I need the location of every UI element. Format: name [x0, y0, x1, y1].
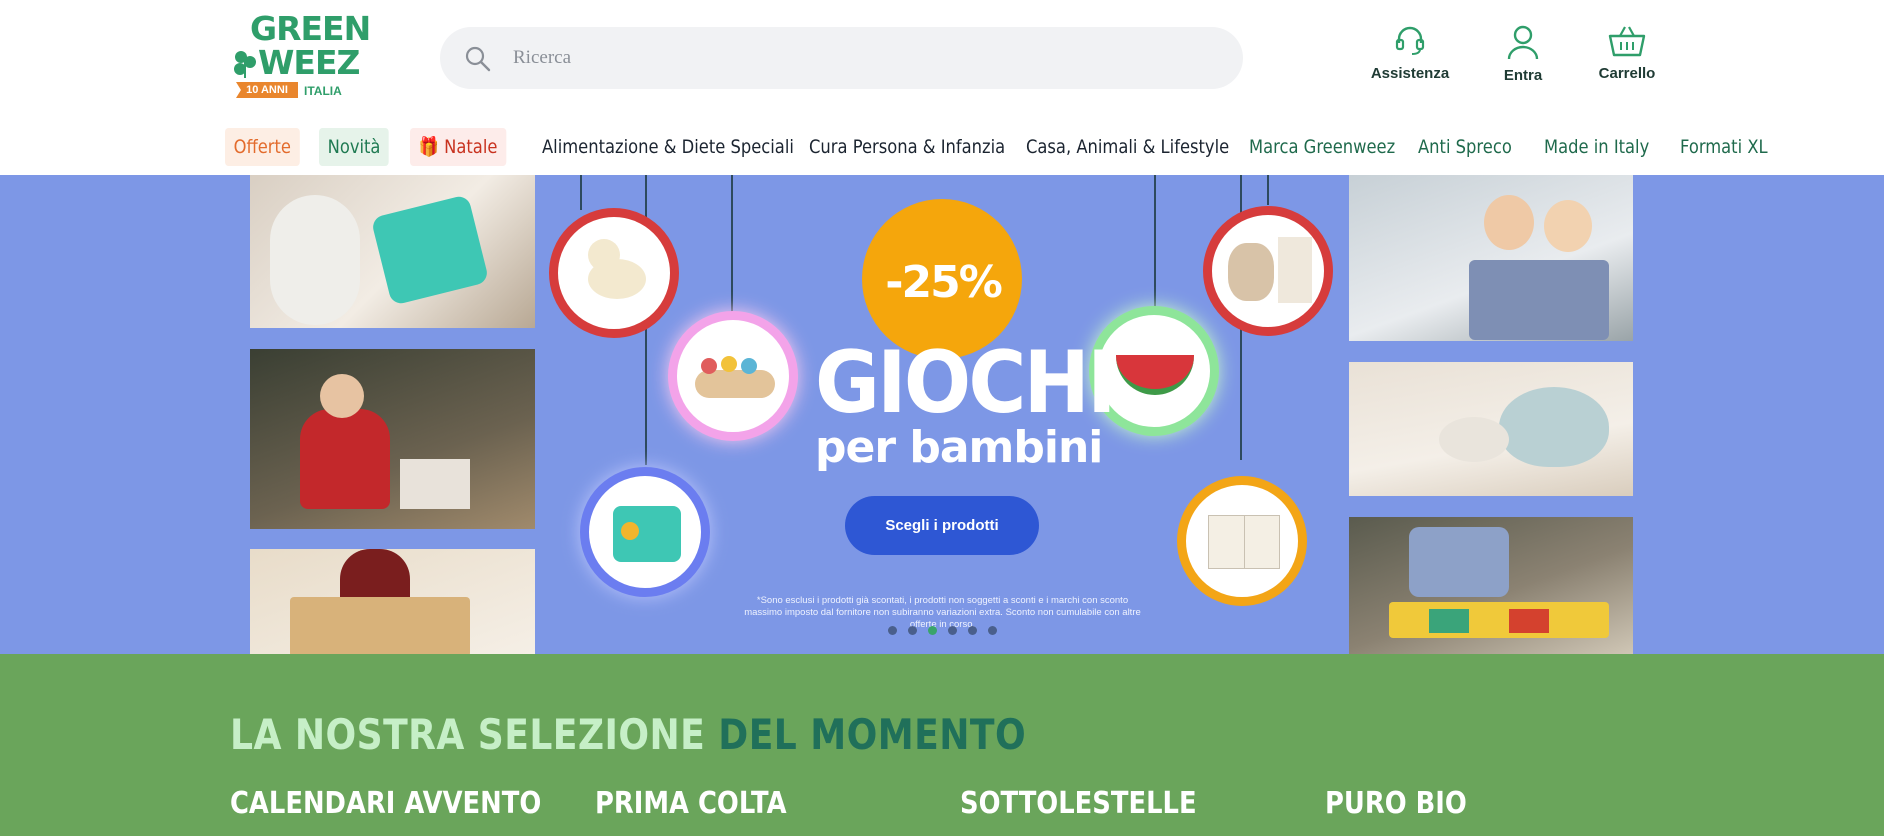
- carousel-dot[interactable]: [988, 626, 997, 635]
- basket-icon: [1608, 26, 1646, 57]
- site-header: GREEN WEEZ 10 ANNI ITALIA Ricerca Assist…: [0, 0, 1884, 116]
- ornament-wooden-toy: [668, 311, 798, 441]
- logo-ribbon: 10 ANNI: [236, 82, 298, 98]
- logo-country: ITALIA: [304, 84, 342, 98]
- main-navigation: Offerte Novità 🎁 Natale Alimentazione & …: [0, 124, 1884, 170]
- photo-kids-basket: [1349, 175, 1633, 341]
- user-icon: [1507, 25, 1539, 60]
- ornament-book: [1177, 476, 1307, 606]
- shop-products-button[interactable]: Scegli i prodotti: [845, 496, 1039, 555]
- ornament-string: [731, 175, 733, 315]
- nav-item-anti-spreco[interactable]: Anti Spreco: [1418, 128, 1512, 166]
- hero-subheadline: per bambini: [815, 422, 1103, 473]
- nav-item-formati-xl[interactable]: Formati XL: [1680, 128, 1768, 166]
- carousel-dot[interactable]: [908, 626, 917, 635]
- assistenza-label: Assistenza: [1370, 65, 1450, 82]
- headset-icon: [1395, 26, 1425, 55]
- search-icon: [465, 46, 491, 72]
- assistenza-button[interactable]: Assistenza: [1355, 24, 1465, 82]
- nav-item-natale-label: Natale: [444, 136, 498, 158]
- selection-section: LA NOSTRA SELEZIONE DEL MOMENTO CALENDAR…: [0, 654, 1884, 836]
- nav-item-natale[interactable]: 🎁 Natale: [410, 128, 507, 166]
- nav-item-marca-greenweez[interactable]: Marca Greenweez: [1249, 128, 1395, 166]
- carousel-dot-active[interactable]: [928, 626, 937, 635]
- hero-headline: GIOCHI: [815, 333, 1117, 433]
- hero-disclaimer: *Sono esclusi i prodotti già scontati, i…: [744, 595, 1141, 630]
- entra-label: Entra: [1503, 67, 1543, 84]
- leaf-icon: [234, 51, 256, 78]
- photo-child-book: [250, 549, 535, 654]
- nav-item-offerte[interactable]: Offerte: [225, 128, 300, 166]
- category-sottolestelle[interactable]: SOTTOLESTELLE: [960, 786, 1197, 821]
- ornament-duck: [549, 208, 679, 338]
- carousel-dot[interactable]: [888, 626, 897, 635]
- category-prima-colta[interactable]: PRIMA COLTA: [595, 786, 787, 821]
- nav-item-novita[interactable]: Novità: [319, 128, 390, 166]
- greenweez-logo[interactable]: GREEN WEEZ 10 ANNI ITALIA: [228, 12, 371, 104]
- ornament-string: [1267, 175, 1269, 205]
- selection-title-part2: DEL MOMENTO: [718, 710, 1027, 759]
- search-input[interactable]: Ricerca: [513, 47, 571, 69]
- nav-item-alimentazione[interactable]: Alimentazione & Diete Speciali: [542, 128, 794, 166]
- carousel-dot[interactable]: [948, 626, 957, 635]
- logo-word-green: GREEN: [250, 9, 371, 48]
- nav-item-casa-animali[interactable]: Casa, Animali & Lifestyle: [1026, 128, 1229, 166]
- gift-icon: 🎁: [418, 136, 439, 158]
- ornament-string: [580, 175, 582, 210]
- ornament-teddy-bear: [1203, 206, 1333, 336]
- nav-item-cura-persona[interactable]: Cura Persona & Infanzia: [809, 128, 1005, 166]
- search-bar[interactable]: Ricerca: [440, 27, 1243, 89]
- hero-banner[interactable]: -25% GIOCHI per bambini Scegli i prodott…: [0, 175, 1884, 654]
- selection-title: LA NOSTRA SELEZIONE DEL MOMENTO: [230, 710, 1026, 759]
- login-button[interactable]: Entra: [1468, 24, 1578, 84]
- selection-title-part1: LA NOSTRA SELEZIONE: [230, 710, 706, 759]
- photo-child-toy-speaker: [250, 175, 535, 328]
- cart-button[interactable]: Carrello: [1572, 24, 1682, 82]
- carousel-dot[interactable]: [968, 626, 977, 635]
- nav-item-made-in-italy[interactable]: Made in Italy: [1544, 128, 1649, 166]
- photo-turtle-whale-toys: [1349, 362, 1633, 496]
- logo-word-weez: WEEZ: [258, 43, 360, 82]
- carrello-label: Carrello: [1598, 65, 1656, 82]
- ornament-string: [1154, 175, 1156, 310]
- ornament-speaker-toy: [580, 467, 710, 597]
- photo-child-christmas-gift: [250, 349, 535, 529]
- category-puro-bio[interactable]: PURO BIO: [1325, 786, 1467, 821]
- discount-label: -25%: [885, 257, 1003, 308]
- photo-child-train-toy: [1349, 517, 1633, 654]
- category-calendari-avvento[interactable]: CALENDARI AVVENTO: [230, 786, 541, 821]
